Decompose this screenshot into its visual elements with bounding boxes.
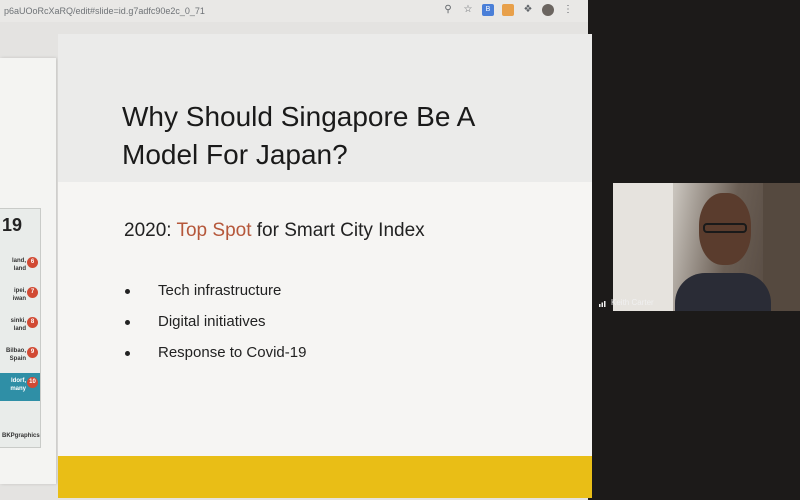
ranking-city: sinki, land [10, 318, 26, 332]
star-icon[interactable]: ☆ [462, 4, 474, 16]
bullet-item: Tech infrastructure [124, 282, 306, 313]
ranking-brand: BKPgraphics [2, 433, 40, 439]
url-text[interactable]: p6aUOoRcXaRQ/edit#slide=id.g7adfc90e2c_0… [4, 6, 205, 16]
ranking-number: 10 [27, 377, 38, 388]
accent-bar [58, 456, 592, 498]
bullet-item: Digital initiatives [124, 313, 306, 344]
browser-address-bar: p6aUOoRcXaRQ/edit#slide=id.g7adfc90e2c_0… [0, 0, 588, 23]
extension-icon[interactable]: B [482, 4, 494, 16]
ranking-number: 6 [27, 257, 38, 268]
participant-video[interactable] [613, 183, 800, 311]
ranking-city: ipei, iwan [12, 288, 26, 302]
previous-slide-thumbnail[interactable]: 19 land, land 6 ipei, iwan 7 sinki, land… [0, 58, 56, 484]
subtitle-suffix: for Smart City Index [251, 220, 425, 241]
ranking-year: 19 [2, 215, 23, 235]
current-slide[interactable]: Why Should Singapore Be A Model For Japa… [58, 34, 592, 498]
ranking-number: 9 [27, 347, 38, 358]
ranking-row: land, land 6 [0, 253, 40, 281]
bullet-list[interactable]: Tech infrastructure Digital initiatives … [124, 282, 306, 375]
participant-body [675, 273, 771, 311]
menu-icon[interactable]: ⋮ [562, 4, 574, 16]
ranking-city: land, land [11, 258, 26, 272]
ranking-row: Bilbao, Spain 9 [0, 343, 40, 371]
participant-glasses [703, 223, 747, 233]
ranking-row-highlighted: ldorf, many 10 [0, 373, 40, 401]
ranking-card: 19 land, land 6 ipei, iwan 7 sinki, land… [0, 208, 41, 448]
signal-icon [599, 301, 606, 307]
puzzle-icon[interactable]: ❖ [522, 4, 534, 16]
slide-title-line-1: Why Should Singapore Be A [122, 101, 476, 132]
slide-title[interactable]: Why Should Singapore Be A Model For Japa… [122, 98, 475, 174]
toolbar-icons: ⚲ ☆ B ❖ ⋮ [442, 4, 574, 16]
slide-title-line-2: Model For Japan? [122, 139, 348, 170]
profile-icon[interactable] [542, 4, 554, 16]
metamask-icon[interactable] [502, 4, 514, 16]
ranking-number: 7 [27, 287, 38, 298]
participant-name: Keith Carter [611, 298, 654, 307]
ranking-row: ipei, iwan 7 [0, 283, 40, 311]
slide-subtitle[interactable]: 2020: Top Spot for Smart City Index [124, 220, 425, 242]
subtitle-highlight: Top Spot [176, 220, 252, 241]
ranking-city: Bilbao, Spain [5, 348, 26, 362]
ranking-number: 8 [27, 317, 38, 328]
video-background-wall [613, 183, 673, 311]
ranking-row: sinki, land 8 [0, 313, 40, 341]
zoom-icon[interactable]: ⚲ [442, 4, 454, 16]
bullet-item: Response to Covid-19 [124, 344, 306, 375]
subtitle-prefix: 2020: [124, 220, 177, 241]
ranking-city: ldorf, many [10, 378, 26, 392]
